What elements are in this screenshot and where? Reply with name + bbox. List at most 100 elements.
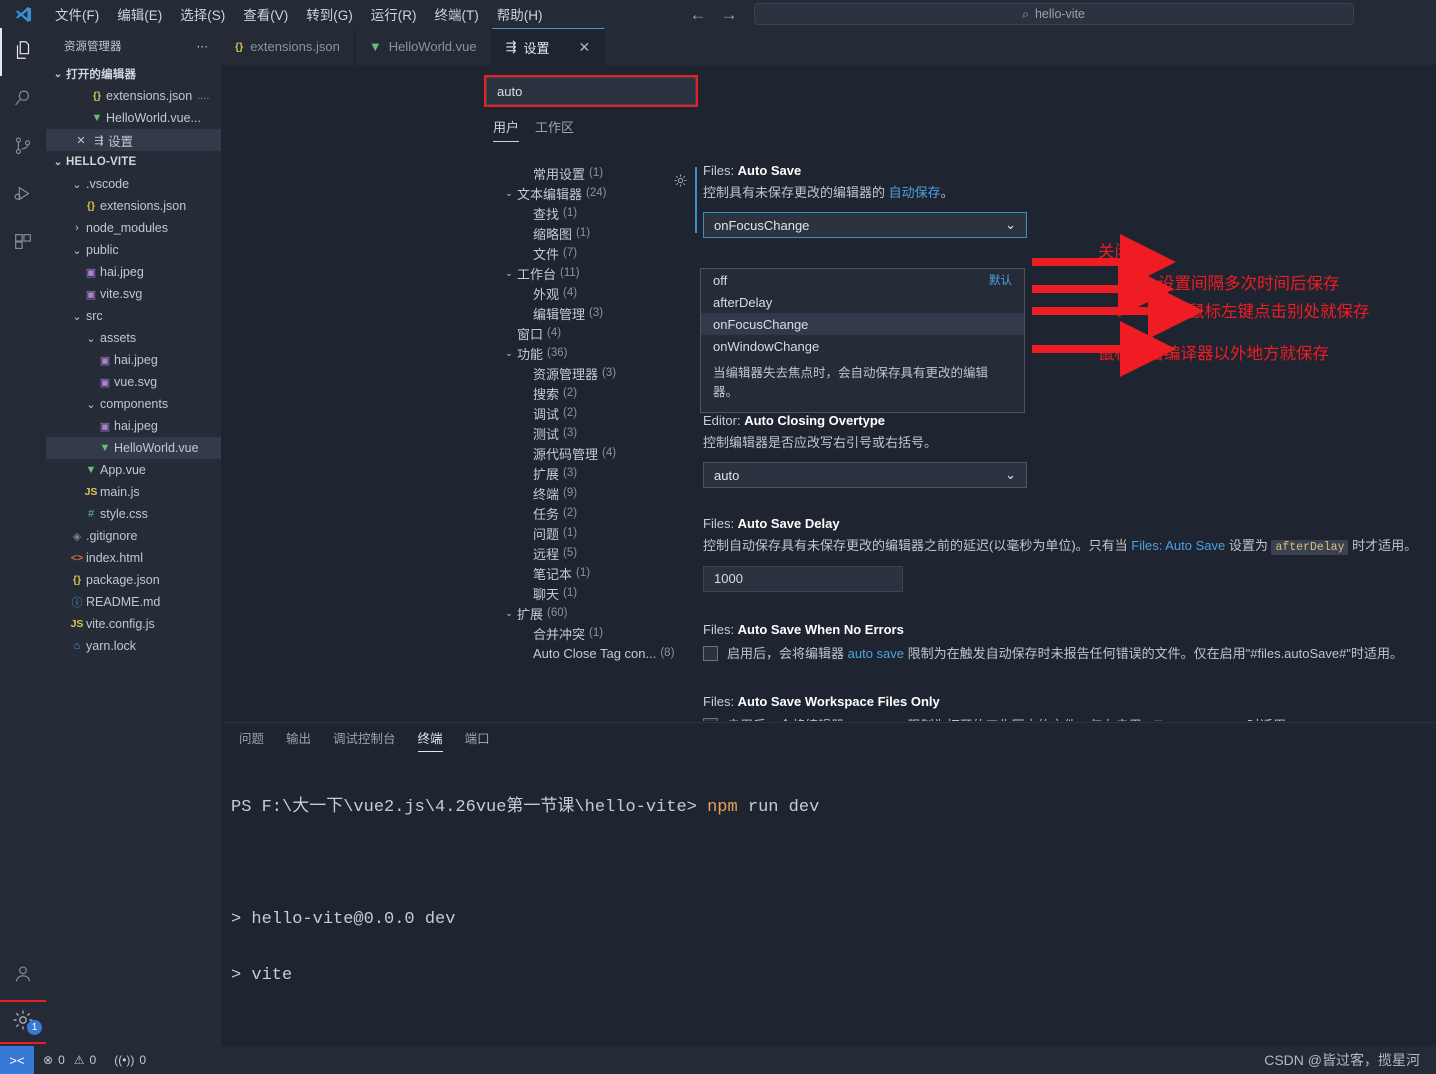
activity-extensions[interactable] xyxy=(0,220,46,268)
settings-toc-item[interactable]: 文件 (7) xyxy=(483,243,675,263)
auto-save-no-errors-checkbox[interactable] xyxy=(703,645,718,661)
activity-run-debug[interactable] xyxy=(0,172,46,220)
arrow-right-icon[interactable]: → xyxy=(721,6,738,23)
settings-toc-item[interactable]: 查找 (1) xyxy=(483,203,675,223)
settings-toc-item[interactable]: 任务 (2) xyxy=(483,503,675,523)
ellipsis-icon[interactable]: ⋯ xyxy=(197,39,210,53)
file-tree-item[interactable]: ▣ hai.jpeg xyxy=(46,261,221,283)
dropdown-option-onfocuschange[interactable]: onFocusChange xyxy=(701,313,1024,335)
file-tree-item[interactable]: <> index.html xyxy=(46,547,221,569)
menu-edit[interactable]: 编辑(E) xyxy=(108,1,171,27)
menu-selection[interactable]: 选择(S) xyxy=(171,1,234,27)
dropdown-option-onwindowchange[interactable]: onWindowChange xyxy=(701,335,1024,357)
file-tree-item[interactable]: ⌄ assets xyxy=(46,327,221,349)
auto-closing-overtype-select[interactable]: auto ⌄ xyxy=(703,462,1027,489)
settings-toc-item[interactable]: 问题 (1) xyxy=(483,523,675,543)
quick-open-search[interactable]: ⌕ hello-vite xyxy=(753,3,1354,25)
remote-indicator[interactable]: >< xyxy=(0,1046,34,1074)
settings-toc-item[interactable]: 缩略图 (1) xyxy=(483,223,675,243)
desc-link[interactable]: Files: Auto Save xyxy=(1131,538,1225,553)
open-editors-header[interactable]: ⌄ 打开的编辑器 xyxy=(46,63,221,85)
file-tree-item[interactable]: ▣ hai.jpeg xyxy=(46,349,221,371)
file-tree-item[interactable]: JS vite.config.js xyxy=(46,613,221,635)
settings-toc-item[interactable]: ⌄ 文本编辑器 (24) xyxy=(483,183,675,203)
open-editor-settings[interactable]: ✕ ⇶ 设置 xyxy=(46,129,221,151)
tab-extensions-json[interactable]: {} extensions.json xyxy=(221,28,355,65)
open-editor-extensions-json[interactable]: {} extensions.json .... xyxy=(46,85,221,107)
settings-toc-item[interactable]: 常用设置 (1) xyxy=(483,163,675,183)
dropdown-option-afterdelay[interactable]: afterDelay xyxy=(701,291,1024,313)
menu-run[interactable]: 运行(R) xyxy=(362,1,426,27)
panel-tab-ports[interactable]: 端口 xyxy=(465,728,490,751)
file-tree-item[interactable]: ⌄ components xyxy=(46,393,221,415)
settings-toc-item[interactable]: ⌄ 工作台 (11) xyxy=(483,263,675,283)
auto-save-delay-input[interactable] xyxy=(703,565,903,592)
panel-tab-problems[interactable]: 问题 xyxy=(239,728,264,751)
settings-toc-item[interactable]: Auto Close Tag con... (8) xyxy=(483,643,675,663)
chevron-down-icon[interactable]: ⌄ xyxy=(501,268,517,279)
file-tree-item[interactable]: ⌄ src xyxy=(46,305,221,327)
settings-toc-item[interactable]: 窗口 (4) xyxy=(483,323,675,343)
panel-tab-debug-console[interactable]: 调试控制台 xyxy=(333,728,396,751)
tab-workspace-settings[interactable]: 工作区 xyxy=(535,117,574,142)
menu-view[interactable]: 查看(V) xyxy=(234,1,297,27)
settings-toc-item[interactable]: 外观 (4) xyxy=(483,283,675,303)
settings-toc-item[interactable]: 扩展 (3) xyxy=(483,463,675,483)
settings-toc-item[interactable]: 调试 (2) xyxy=(483,403,675,423)
settings-toc-item[interactable]: 搜索 (2) xyxy=(483,383,675,403)
file-tree-item[interactable]: › node_modules xyxy=(46,217,221,239)
settings-toc-item[interactable]: 编辑管理 (3) xyxy=(483,303,675,323)
project-root-header[interactable]: ⌄ HELLO-VITE xyxy=(46,151,221,173)
close-icon[interactable]: ✕ xyxy=(579,39,591,56)
menu-go[interactable]: 转到(G) xyxy=(297,1,362,27)
auto-save-workspace-only-checkbox[interactable] xyxy=(703,718,718,721)
settings-toc-item[interactable]: ⌄ 功能 (36) xyxy=(483,343,675,363)
file-tree-item[interactable]: ▣ vue.svg xyxy=(46,371,221,393)
settings-toc-item[interactable]: 源代码管理 (4) xyxy=(483,443,675,463)
file-tree-item[interactable]: {} extensions.json xyxy=(46,195,221,217)
panel-tab-terminal[interactable]: 终端 xyxy=(417,728,443,752)
file-tree-item[interactable]: ⌄ public xyxy=(46,239,221,261)
gear-icon[interactable] xyxy=(673,173,688,193)
desc-link[interactable]: auto save xyxy=(848,646,904,661)
terminal-output[interactable]: PS F:\大一下\vue2.js\4.26vue第一节课\hello-vite… xyxy=(221,756,1436,1074)
menu-help[interactable]: 帮助(H) xyxy=(488,1,552,27)
file-tree-item[interactable]: ▼ App.vue xyxy=(46,459,221,481)
auto-save-select[interactable]: onFocusChange ⌄ xyxy=(703,212,1027,239)
file-tree-item[interactable]: ⌂ yarn.lock xyxy=(46,635,221,657)
tab-helloworld-vue[interactable]: ▼ HelloWorld.vue xyxy=(354,28,492,65)
open-editor-helloworld-vue[interactable]: ▼ HelloWorld.vue... xyxy=(46,107,221,129)
desc-link[interactable]: 自动保存 xyxy=(889,185,941,200)
settings-toc-item[interactable]: 终端 (9) xyxy=(483,483,675,503)
settings-toc-item[interactable]: ⌄ 扩展 (60) xyxy=(483,603,675,623)
desc-link[interactable]: auto save xyxy=(848,718,904,721)
settings-toc-item[interactable]: 合并冲突 (1) xyxy=(483,623,675,643)
settings-toc-item[interactable]: 笔记本 (1) xyxy=(483,563,675,583)
activity-source-control[interactable] xyxy=(0,124,46,172)
tab-user-settings[interactable]: 用户 xyxy=(493,117,520,142)
file-tree-item[interactable]: {} package.json xyxy=(46,569,221,591)
activity-search[interactable] xyxy=(0,76,46,124)
dropdown-option-off[interactable]: off 默认 xyxy=(701,269,1024,291)
file-tree-item[interactable]: ⌄ .vscode xyxy=(46,173,221,195)
file-tree-item[interactable]: # style.css xyxy=(46,503,221,525)
file-tree-item[interactable]: JS main.js xyxy=(46,481,221,503)
arrow-left-icon[interactable]: ← xyxy=(690,6,707,23)
file-tree-item[interactable]: ▣ vite.svg xyxy=(46,283,221,305)
activity-account[interactable] xyxy=(0,952,46,1000)
settings-toc-item[interactable]: 测试 (3) xyxy=(483,423,675,443)
file-tree-item[interactable]: ▣ hai.jpeg xyxy=(46,415,221,437)
tab-settings[interactable]: ⇶ 设置 ✕ xyxy=(491,28,606,65)
settings-search-input[interactable] xyxy=(486,77,696,105)
file-tree-item[interactable]: ◈ .gitignore xyxy=(46,525,221,547)
status-ports[interactable]: ((•)) 0 xyxy=(105,1053,155,1067)
menu-terminal[interactable]: 终端(T) xyxy=(426,1,488,27)
file-tree-item[interactable]: ⓘ README.md xyxy=(46,591,221,613)
chevron-down-icon[interactable]: ⌄ xyxy=(501,608,517,619)
panel-tab-output[interactable]: 输出 xyxy=(286,728,311,751)
menu-file[interactable]: 文件(F) xyxy=(46,1,108,27)
chevron-down-icon[interactable]: ⌄ xyxy=(501,348,517,359)
chevron-down-icon[interactable]: ⌄ xyxy=(501,188,517,199)
settings-toc-item[interactable]: 资源管理器 (3) xyxy=(483,363,675,383)
settings-toc-item[interactable]: 远程 (5) xyxy=(483,543,675,563)
